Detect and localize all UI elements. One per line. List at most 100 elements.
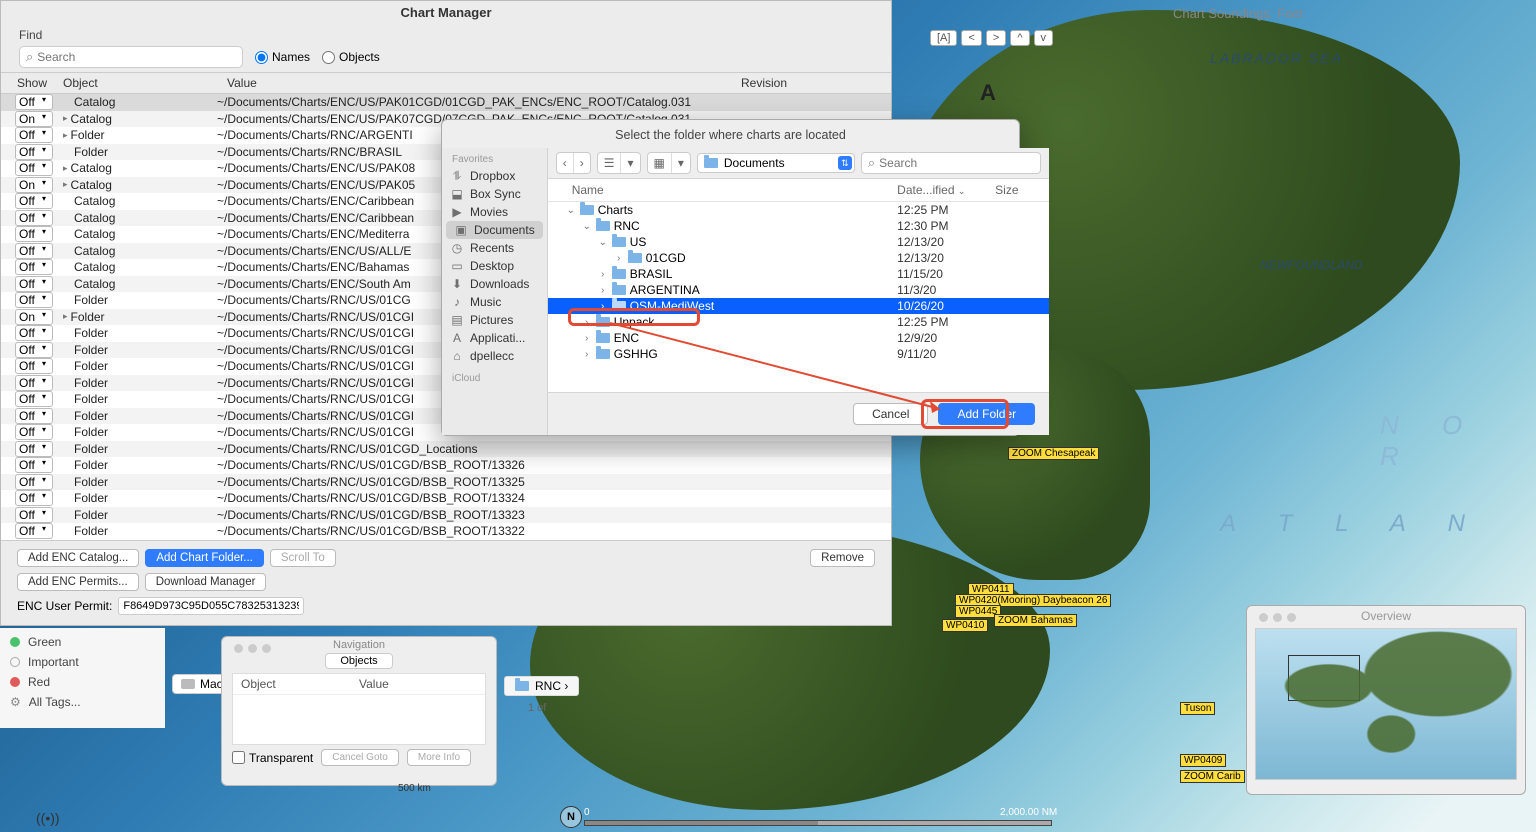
col-object[interactable]: Object [59, 76, 223, 90]
waypoint[interactable]: Tuson [1180, 702, 1215, 715]
sidebar-item[interactable]: ⬇Downloads [442, 275, 547, 293]
chip-up[interactable]: ^ [1010, 30, 1029, 46]
show-toggle[interactable]: On▾ [15, 309, 53, 325]
file-tree-row[interactable]: ⌄Charts12:25 PM [548, 202, 1049, 218]
show-toggle[interactable]: Off▾ [15, 391, 53, 407]
cancel-goto-button[interactable]: Cancel Goto [321, 749, 399, 766]
waypoint[interactable]: WP0410 [942, 619, 988, 632]
show-toggle[interactable]: Off▾ [15, 490, 53, 506]
show-toggle[interactable]: Off▾ [15, 160, 53, 176]
sidebar-item[interactable]: ♪Music [442, 293, 547, 311]
show-toggle[interactable]: Off▾ [15, 259, 53, 275]
show-toggle[interactable]: Off▾ [15, 127, 53, 143]
show-toggle[interactable]: Off▾ [15, 523, 53, 539]
objects-tab[interactable]: Objects [325, 653, 392, 669]
file-tree-row[interactable]: ›ENC12/9/20 [548, 330, 1049, 346]
waypoint[interactable]: ZOOM Carib [1180, 770, 1245, 783]
chip-a[interactable]: [A] [930, 30, 957, 46]
show-toggle[interactable]: Off▾ [15, 193, 53, 209]
sidebar-item[interactable]: ⥮Dropbox [442, 167, 547, 185]
download-manager-button[interactable]: Download Manager [145, 573, 267, 591]
show-toggle[interactable]: Off▾ [15, 292, 53, 308]
file-dialog-search[interactable] [861, 152, 1041, 174]
scroll-to-button[interactable]: Scroll To [270, 549, 336, 567]
show-toggle[interactable]: Off▾ [15, 441, 53, 457]
tag-red[interactable]: Red [10, 672, 155, 692]
nav-back-forward[interactable]: ‹› [556, 152, 591, 174]
table-row[interactable]: Off▾ Folder ~/Documents/Charts/RNC/US/01… [1, 441, 891, 458]
file-tree-row[interactable]: ›Unpack12:25 PM [548, 314, 1049, 330]
table-row[interactable]: Off▾ Catalog ~/Documents/Charts/ENC/US/P… [1, 94, 891, 111]
sidebar-item[interactable]: ⌂dpellecc [442, 347, 547, 365]
tag-all[interactable]: All Tags... [10, 692, 155, 712]
show-toggle[interactable]: Off▾ [15, 424, 53, 440]
show-toggle[interactable]: Off▾ [15, 276, 53, 292]
show-toggle[interactable]: On▾ [15, 111, 53, 127]
file-tree-row[interactable]: ›BRASIL11/15/20 [548, 266, 1049, 282]
chip-down[interactable]: v [1034, 30, 1054, 46]
window-traffic-lights[interactable] [226, 639, 279, 658]
table-row[interactable]: Off▾ Folder ~/Documents/Charts/RNC/US/01… [1, 474, 891, 491]
table-row[interactable]: Off▾ Folder ~/Documents/Charts/RNC/US/01… [1, 457, 891, 474]
add-enc-catalog-button[interactable]: Add ENC Catalog... [17, 549, 139, 567]
file-tree-row[interactable]: ›01CGD12/13/20 [548, 250, 1049, 266]
view-list-toggle[interactable]: ☰▾ [597, 152, 641, 174]
show-toggle[interactable]: Off▾ [15, 342, 53, 358]
show-toggle[interactable]: On▾ [15, 177, 53, 193]
file-tree-row[interactable]: ⌄RNC12:30 PM [548, 218, 1049, 234]
chart-search-input[interactable] [19, 46, 243, 68]
show-toggle[interactable]: Off▾ [15, 375, 53, 391]
add-enc-permits-button[interactable]: Add ENC Permits... [17, 573, 139, 591]
sidebar-item[interactable]: AApplicati... [442, 329, 547, 347]
add-chart-folder-button[interactable]: Add Chart Folder... [145, 549, 264, 567]
show-toggle[interactable]: Off▾ [15, 226, 53, 242]
show-toggle[interactable]: Off▾ [15, 507, 53, 523]
file-tree-row[interactable]: ⌄US12/13/20 [548, 234, 1049, 250]
radio-names[interactable]: Names [255, 50, 310, 64]
table-row[interactable]: Off▾ Folder ~/Documents/Charts/RNC/US/01… [1, 507, 891, 524]
show-toggle[interactable]: Off▾ [15, 474, 53, 490]
sidebar-item[interactable]: ▭Desktop [442, 257, 547, 275]
fd-col-name[interactable]: Name [572, 183, 897, 197]
tag-green[interactable]: Green [10, 632, 155, 652]
overview-map[interactable] [1255, 628, 1517, 780]
file-dialog-sidebar[interactable]: Favorites ⥮Dropbox⬓Box Sync▶Movies▣Docum… [442, 148, 548, 435]
col-revision[interactable]: Revision [737, 76, 891, 90]
file-tree-row[interactable]: ›OSM-MediWest10/26/20 [548, 298, 1049, 314]
table-row[interactable]: Off▾ Folder ~/Documents/Charts/RNC/US/01… [1, 523, 891, 540]
file-tree[interactable]: ⌄Charts12:25 PM⌄RNC12:30 PM⌄US12/13/20›0… [548, 202, 1049, 392]
remove-button[interactable]: Remove [810, 549, 875, 567]
chip-right[interactable]: > [986, 30, 1006, 46]
view-grid-toggle[interactable]: ▦▾ [647, 152, 691, 174]
waypoint[interactable]: ZOOM Chesapeak [1008, 447, 1099, 460]
file-tree-row[interactable]: ›ARGENTINA11/3/20 [548, 282, 1049, 298]
col-show[interactable]: Show [1, 76, 59, 90]
add-folder-button[interactable]: Add Folder [938, 403, 1035, 425]
waypoint[interactable]: ZOOM Bahamas [994, 614, 1077, 627]
enc-permit-input[interactable] [118, 597, 304, 615]
show-toggle[interactable]: Off▾ [15, 408, 53, 424]
col-value[interactable]: Value [223, 76, 737, 90]
sidebar-item[interactable]: ▤Pictures [442, 311, 547, 329]
file-tree-row[interactable]: ›GSHHG9/11/20 [548, 346, 1049, 362]
sidebar-item[interactable]: ▣Documents [446, 221, 543, 239]
radio-objects[interactable]: Objects [322, 50, 380, 64]
rnc-breadcrumb[interactable]: RNC › [504, 676, 579, 696]
waypoint[interactable]: WP0409 [1180, 754, 1226, 767]
tag-important[interactable]: Important [10, 652, 155, 672]
sidebar-item[interactable]: ⬓Box Sync [442, 185, 547, 203]
sidebar-item[interactable]: ◷Recents [442, 239, 547, 257]
fd-col-size[interactable]: Size [995, 183, 1049, 197]
show-toggle[interactable]: Off▾ [15, 358, 53, 374]
table-row[interactable]: Off▾ Folder ~/Documents/Charts/RNC/US/01… [1, 490, 891, 507]
show-toggle[interactable]: Off▾ [15, 210, 53, 226]
show-toggle[interactable]: Off▾ [15, 325, 53, 341]
show-toggle[interactable]: Off▾ [15, 94, 53, 110]
transparent-checkbox[interactable]: Transparent [232, 751, 313, 765]
sidebar-item[interactable]: ▶Movies [442, 203, 547, 221]
location-dropdown[interactable]: Documents ⇅ [697, 153, 855, 173]
show-toggle[interactable]: Off▾ [15, 144, 53, 160]
chip-left[interactable]: < [961, 30, 981, 46]
show-toggle[interactable]: Off▾ [15, 457, 53, 473]
cancel-button[interactable]: Cancel [853, 403, 928, 425]
